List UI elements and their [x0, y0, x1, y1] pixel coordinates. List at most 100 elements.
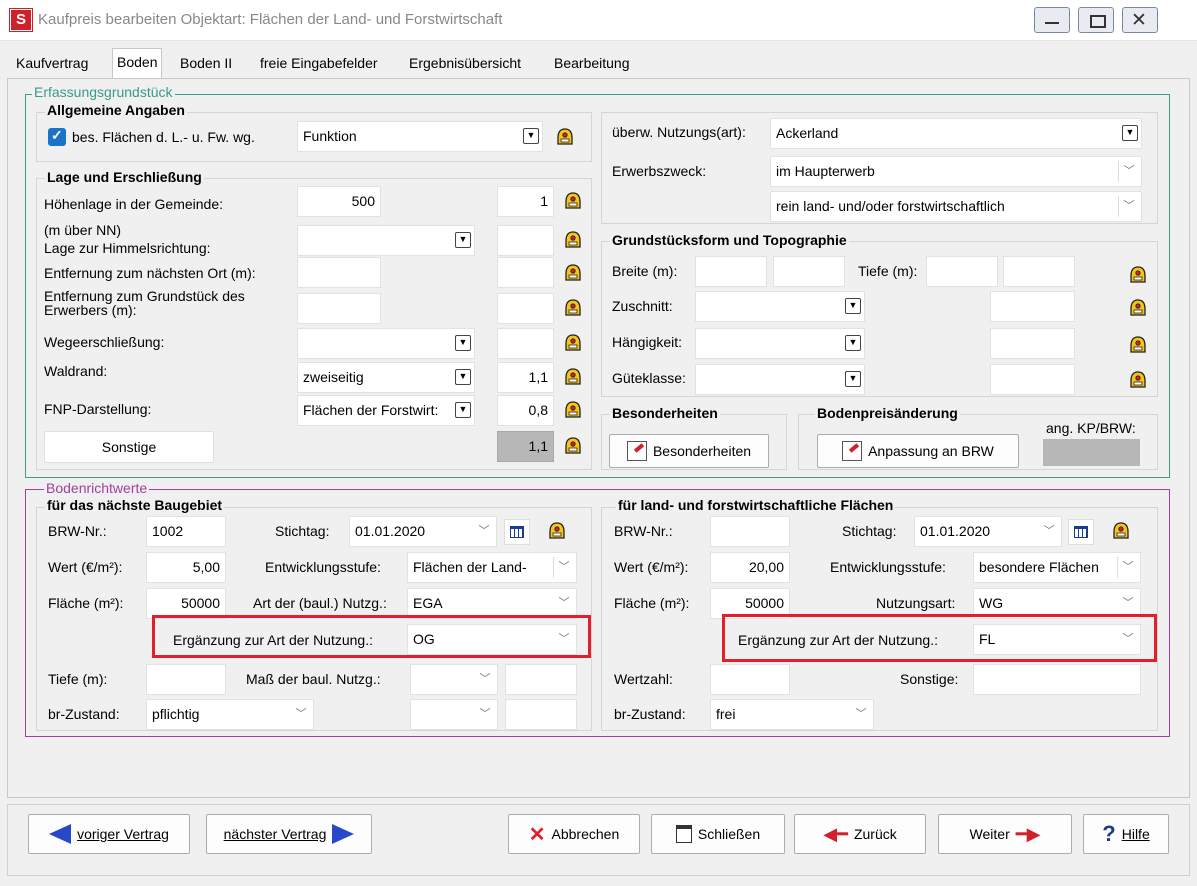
haengig-factor[interactable]	[990, 328, 1075, 359]
zustand-left-dropdown[interactable]: pflichtig ﹀	[146, 699, 314, 730]
erwerber-input[interactable]	[297, 293, 381, 324]
back-button[interactable]: ◀━ Zurück	[794, 814, 926, 854]
sonstige-button[interactable]: Sonstige	[44, 431, 214, 463]
save-close-icon	[675, 825, 692, 843]
tiefe-left-input[interactable]	[146, 664, 226, 695]
help-bubble-icon[interactable]	[1111, 520, 1131, 540]
cancel-label: Abbrechen	[551, 826, 620, 842]
zuschnitt-factor[interactable]	[990, 291, 1075, 322]
breite-input-2[interactable]	[773, 256, 845, 287]
hoehe-factor[interactable]: 1	[497, 186, 554, 217]
close-button[interactable]: Schließen	[651, 814, 785, 854]
zustand-right-dropdown[interactable]: frei ﹀	[710, 699, 874, 730]
tab-boden[interactable]: Boden	[112, 48, 163, 79]
minimize-icon	[1045, 22, 1059, 24]
calendar-button[interactable]	[1068, 519, 1094, 545]
chevron-down-icon: ﹀	[1118, 593, 1138, 614]
funktion-dropdown[interactable]: Funktion ▼	[297, 121, 543, 152]
bes-flaechen-checkbox[interactable]: ✓	[48, 127, 66, 146]
help-bubble-icon[interactable]	[1128, 264, 1148, 284]
himmel-label: Lage zur Himmelsrichtung:	[44, 240, 211, 256]
brwnr-left-input[interactable]: 1002	[146, 516, 226, 547]
wald-factor[interactable]: 1,1	[497, 362, 554, 393]
brwnr-right-input[interactable]	[710, 516, 790, 547]
himmel-factor[interactable]	[497, 225, 554, 256]
breite-input-1[interactable]	[695, 256, 767, 287]
entw-right-dropdown[interactable]: besondere Flächen ﹀	[973, 552, 1141, 583]
next-contract-button[interactable]: nächster Vertrag	[206, 814, 372, 854]
maximize-button[interactable]	[1078, 7, 1114, 33]
himmel-dropdown[interactable]: ▼	[297, 225, 475, 256]
minimize-button[interactable]	[1034, 7, 1070, 33]
tab-boden-ii[interactable]: Boden II	[176, 50, 236, 76]
help-bubble-icon[interactable]	[563, 190, 583, 210]
stichtag-left-value: 01.01.2020	[355, 523, 426, 539]
prev-contract-button[interactable]: voriger Vertrag	[28, 814, 190, 854]
erwerb-dropdown-2[interactable]: rein land- und/oder forstwirtschaftlich …	[770, 191, 1142, 222]
tab-bearbeitung[interactable]: Bearbeitung	[550, 50, 634, 76]
chevron-down-icon: ﹀	[475, 704, 495, 725]
question-icon: ?	[1102, 821, 1116, 846]
entw-left-dropdown[interactable]: Flächen der Land- ﹀	[407, 552, 577, 583]
title-bar: S Kaufpreis bearbeiten Objektart: Fläche…	[0, 0, 1197, 41]
tab-ergebnisuebersicht[interactable]: Ergebnisübersicht	[405, 50, 525, 76]
fnp-dropdown[interactable]: Flächen der Forstwirt: ▼	[297, 395, 475, 426]
fnp-factor[interactable]: 0,8	[497, 395, 554, 426]
tiefe-input-2[interactable]	[1003, 256, 1075, 287]
tab-kaufvertrag[interactable]: Kaufvertrag	[12, 50, 92, 76]
anpassung-button[interactable]: Anpassung an BRW	[817, 434, 1019, 468]
help-bubble-icon[interactable]	[563, 297, 583, 317]
help-bubble-icon[interactable]	[563, 399, 583, 419]
help-bubble-icon[interactable]	[555, 126, 575, 146]
mass-left-label: Maß der baul. Nutzg.:	[246, 671, 381, 687]
help-bubble-icon[interactable]	[1128, 369, 1148, 389]
help-bubble-icon[interactable]	[547, 520, 567, 540]
dropdown-icon: ▼	[455, 335, 471, 351]
erwerb-dropdown[interactable]: im Haupterwerb ﹀	[770, 156, 1142, 187]
help-bubble-icon[interactable]	[563, 262, 583, 282]
guete-dropdown[interactable]: ▼	[695, 364, 865, 395]
haengig-dropdown[interactable]: ▼	[695, 328, 865, 359]
hoehe-input[interactable]: 500	[297, 186, 381, 217]
help-bubble-icon[interactable]	[563, 435, 583, 455]
wald-label: Waldrand:	[44, 363, 108, 379]
wege-dropdown[interactable]: ▼	[297, 328, 475, 359]
wert-right-input[interactable]: 20,00	[710, 552, 790, 583]
mass-left-input[interactable]	[505, 664, 577, 695]
besonderheiten-button[interactable]: Besonderheiten	[609, 434, 769, 468]
help-bubble-icon[interactable]	[1128, 334, 1148, 354]
help-button[interactable]: ? Hilfe	[1083, 814, 1169, 854]
help-bubble-icon[interactable]	[563, 366, 583, 386]
help-bubble-icon[interactable]	[563, 332, 583, 352]
wald-dropdown[interactable]: zweiseitig ▼	[297, 362, 475, 393]
mass-left-dropdown[interactable]: ﹀	[410, 664, 498, 695]
chevron-down-icon: ﹀	[1118, 196, 1139, 217]
arrow-forward-icon: ━▶	[1015, 823, 1041, 844]
ort-input[interactable]	[297, 257, 381, 288]
forward-button[interactable]: Weiter ━▶	[938, 814, 1072, 854]
wert-left-label: Wert (€/m²):	[48, 559, 123, 575]
wege-factor[interactable]	[497, 328, 554, 359]
tiefe-input-1[interactable]	[926, 256, 998, 287]
close-window-button[interactable]: ✕	[1122, 7, 1158, 33]
erwerb-value: im Haupterwerb	[776, 163, 875, 179]
help-bubble-icon[interactable]	[563, 229, 583, 249]
stichtag-right-date[interactable]: 01.01.2020 ﹀	[914, 516, 1062, 547]
zustand-left-dropdown-2[interactable]: ﹀	[410, 699, 498, 730]
wertzahl-right-input[interactable]	[710, 664, 790, 695]
zustand-left-input[interactable]	[505, 699, 577, 730]
calendar-button[interactable]	[504, 519, 530, 545]
sonstige-right-input[interactable]	[973, 664, 1141, 695]
guete-factor[interactable]	[990, 364, 1075, 395]
cancel-button[interactable]: ✕ Abbrechen	[508, 814, 640, 854]
ort-label: Entfernung zum nächsten Ort (m):	[44, 265, 256, 281]
zuschnitt-dropdown[interactable]: ▼	[695, 291, 865, 322]
tab-freie-eingabefelder[interactable]: freie Eingabefelder	[256, 50, 382, 76]
dropdown-icon: ▼	[1122, 125, 1138, 141]
erwerber-factor[interactable]	[497, 293, 554, 324]
wert-left-input[interactable]: 5,00	[146, 552, 226, 583]
help-bubble-icon[interactable]	[1128, 297, 1148, 317]
ort-factor[interactable]	[497, 257, 554, 288]
stichtag-left-date[interactable]: 01.01.2020 ﹀	[349, 516, 497, 547]
nutzung-dropdown[interactable]: Ackerland ▼	[770, 118, 1142, 149]
